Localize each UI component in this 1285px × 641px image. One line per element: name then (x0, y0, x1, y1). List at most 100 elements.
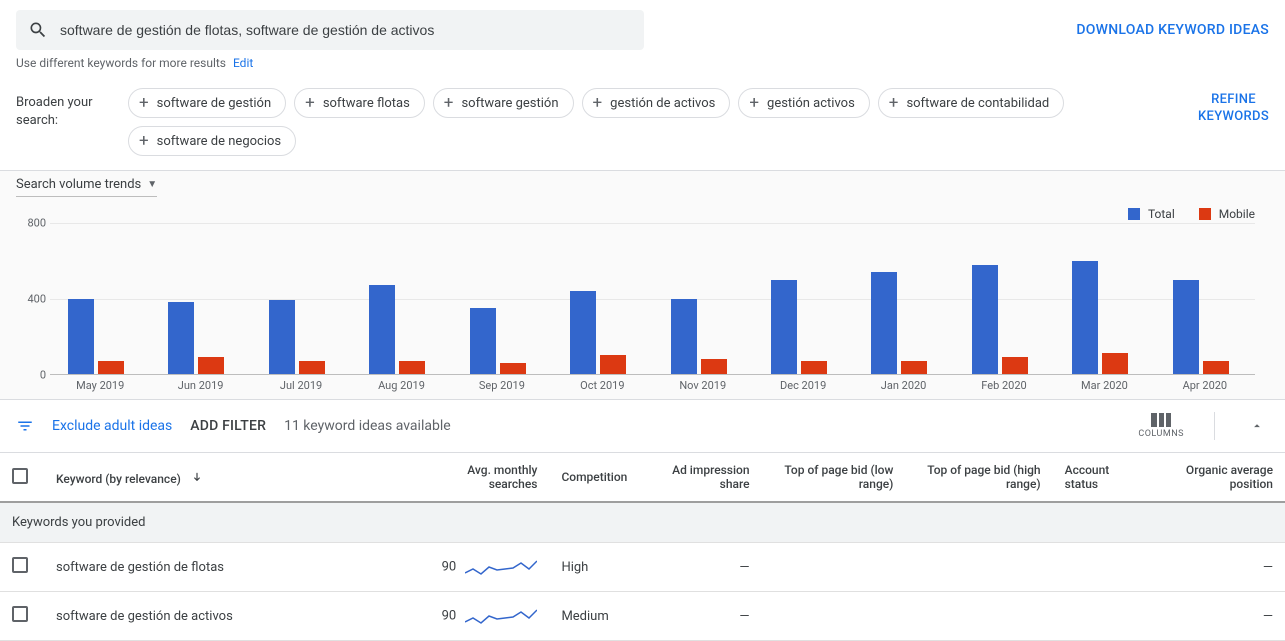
col-organic[interactable]: Organic average position (1149, 453, 1285, 502)
bar-mobile (1102, 353, 1128, 374)
bar-mobile (198, 357, 224, 374)
sort-arrow-down-icon (190, 471, 204, 488)
cell-impression: — (639, 592, 761, 641)
chevron-up-icon (1250, 419, 1264, 433)
cell-bid-high (905, 592, 1052, 641)
bar-total (771, 280, 797, 374)
cell-impression: — (639, 543, 761, 592)
bar-mobile (701, 359, 727, 374)
x-label: Aug 2019 (351, 375, 451, 393)
divider (1214, 412, 1215, 440)
cell-organic: — (1149, 543, 1285, 592)
col-searches[interactable]: Avg. monthly searches (414, 453, 549, 502)
cell-searches: 90 (414, 543, 549, 592)
plus-icon: + (593, 95, 603, 112)
col-competition[interactable]: Competition (549, 453, 639, 502)
collapse-button[interactable] (1245, 414, 1269, 438)
cell-competition: High (549, 543, 639, 592)
bar-total (570, 291, 596, 374)
plus-icon: + (305, 95, 315, 112)
broaden-chip[interactable]: +software de negocios (128, 126, 296, 156)
bar-total (269, 300, 295, 374)
filter-icon (16, 417, 34, 435)
download-keyword-ideas-link[interactable]: DOWNLOAD KEYWORD IDEAS (1076, 22, 1269, 38)
edit-link[interactable]: Edit (233, 56, 253, 70)
bar-mobile (500, 363, 526, 374)
x-label: May 2019 (50, 375, 150, 393)
plus-icon: + (749, 95, 759, 112)
columns-button[interactable]: COLUMNS (1138, 413, 1184, 439)
bar-mobile (801, 361, 827, 374)
bar-total (369, 285, 395, 374)
plus-icon: + (139, 133, 149, 150)
chart-title: Search volume trends (16, 177, 141, 192)
hint-text: Use different keywords for more results (16, 56, 226, 70)
col-account[interactable]: Account status (1053, 453, 1149, 502)
bar-mobile (1203, 361, 1229, 374)
cell-keyword: software de gestión de activos (44, 592, 414, 641)
exclude-adult-ideas-link[interactable]: Exclude adult ideas (52, 418, 172, 434)
add-filter-button[interactable]: ADD FILTER (190, 418, 266, 434)
cell-searches: 90 (414, 592, 549, 641)
legend-mobile: Mobile (1199, 207, 1255, 221)
x-label: Mar 2020 (1054, 375, 1154, 393)
cell-account (1053, 543, 1149, 592)
bar-total (1173, 280, 1199, 374)
broaden-chip[interactable]: +software de contabilidad (878, 88, 1065, 118)
row-checkbox[interactable] (12, 606, 28, 622)
search-icon (28, 20, 48, 40)
bar-mobile (98, 361, 124, 374)
bar-total (470, 308, 496, 374)
cell-bid-high (905, 543, 1052, 592)
plus-icon: + (889, 95, 899, 112)
refine-keywords-button[interactable]: REFINEKEYWORDS (1198, 88, 1269, 126)
x-label: Apr 2020 (1155, 375, 1255, 393)
broaden-chip[interactable]: +software de gestión (128, 88, 286, 118)
broaden-chip[interactable]: +gestión activos (738, 88, 869, 118)
row-checkbox[interactable] (12, 557, 28, 573)
x-label: Jan 2020 (853, 375, 953, 393)
broaden-chip[interactable]: +gestión de activos (582, 88, 731, 118)
table-row[interactable]: software de gestión de flotas90 High—— (0, 543, 1285, 592)
legend-total: Total (1128, 207, 1175, 221)
x-label: Oct 2019 (552, 375, 652, 393)
plus-icon: + (444, 95, 454, 112)
bar-total (871, 272, 897, 374)
bar-total (168, 302, 194, 374)
bar-total (972, 265, 998, 374)
table-row[interactable]: software de gestión de activos90 Medium—… (0, 592, 1285, 641)
bar-mobile (901, 361, 927, 374)
cell-account (1053, 592, 1149, 641)
x-label: Jun 2019 (150, 375, 250, 393)
bar-mobile (299, 361, 325, 374)
col-keyword[interactable]: Keyword (by relevance) (44, 453, 414, 502)
y-tick: 0 (40, 369, 46, 382)
bar-mobile (1002, 357, 1028, 374)
x-label: Jul 2019 (251, 375, 351, 393)
broaden-chip[interactable]: +software flotas (294, 88, 425, 118)
y-tick: 400 (27, 293, 46, 306)
bar-total (1072, 261, 1098, 374)
broaden-chip[interactable]: +software gestión (433, 88, 574, 118)
bar-mobile (600, 355, 626, 374)
col-bid-low[interactable]: Top of page bid (low range) (762, 453, 906, 502)
broaden-label: Broaden your search: (16, 88, 128, 130)
search-box[interactable] (16, 10, 644, 50)
chart-title-dropdown[interactable]: Search volume trends ▼ (16, 177, 157, 197)
y-tick: 800 (27, 217, 46, 230)
cell-bid-low (762, 543, 906, 592)
keyword-ideas-count: 11 keyword ideas available (284, 418, 451, 434)
cell-competition: Medium (549, 592, 639, 641)
x-label: Nov 2019 (653, 375, 753, 393)
x-label: Dec 2019 (753, 375, 853, 393)
chevron-down-icon: ▼ (147, 179, 157, 190)
search-input[interactable] (60, 22, 632, 38)
table-section-row: Keywords you provided (0, 502, 1285, 543)
bar-total (68, 299, 94, 375)
bar-total (671, 299, 697, 375)
col-impression[interactable]: Ad impression share (639, 453, 761, 502)
x-label: Feb 2020 (954, 375, 1054, 393)
plus-icon: + (139, 95, 149, 112)
select-all-checkbox[interactable] (12, 468, 28, 484)
col-bid-high[interactable]: Top of page bid (high range) (905, 453, 1052, 502)
